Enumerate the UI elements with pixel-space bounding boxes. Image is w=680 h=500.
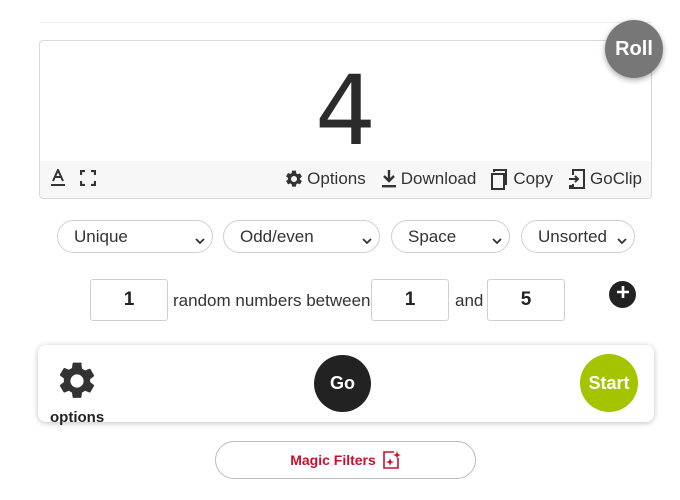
- options-label: Options: [307, 169, 366, 188]
- space-select-value: Space: [408, 226, 457, 246]
- chevron-down-icon: [617, 231, 627, 251]
- font-size-icon[interactable]: [50, 167, 66, 192]
- chevron-down-icon: [362, 231, 372, 251]
- min-input[interactable]: 1: [371, 279, 449, 321]
- odd-even-select[interactable]: Odd/even: [223, 220, 380, 253]
- result-toolbar: Options Download Copy GoClip: [40, 161, 651, 198]
- count-input[interactable]: 1: [90, 279, 168, 321]
- goclip-icon: [567, 168, 587, 190]
- between-text: random numbers between: [173, 291, 371, 310]
- gear-icon: [284, 169, 304, 189]
- space-select[interactable]: Space: [391, 220, 510, 253]
- copy-label: Copy: [513, 169, 554, 188]
- go-button[interactable]: Go: [314, 355, 371, 412]
- odd-even-select-value: Odd/even: [240, 226, 314, 246]
- download-button[interactable]: Download: [380, 169, 477, 189]
- magic-filters-button[interactable]: Magic Filters: [215, 441, 476, 479]
- chevron-down-icon: [492, 231, 502, 251]
- sort-select-value: Unsorted: [538, 226, 607, 246]
- start-button[interactable]: Start: [580, 354, 638, 412]
- top-divider: [40, 22, 652, 23]
- copy-button[interactable]: Copy: [490, 168, 553, 190]
- unique-select[interactable]: Unique: [57, 220, 213, 253]
- sort-select[interactable]: Unsorted: [521, 220, 635, 253]
- plus-icon: [616, 285, 630, 304]
- gear-icon: [55, 362, 99, 407]
- action-bar: options Go Start: [38, 345, 654, 426]
- options-button[interactable]: options: [50, 359, 104, 426]
- copy-icon: [490, 168, 510, 190]
- and-text: and: [455, 291, 484, 310]
- download-label: Download: [400, 169, 477, 188]
- result-panel: 4 Options Download Copy GoClip: [39, 40, 652, 199]
- goclip-button[interactable]: GoClip: [567, 168, 642, 190]
- max-input[interactable]: 5: [487, 279, 565, 321]
- result-number: 4: [314, 55, 377, 167]
- magic-sparkle-icon: [381, 450, 401, 470]
- goclip-label: GoClip: [590, 169, 642, 188]
- options-toolbar-button[interactable]: Options: [284, 169, 366, 189]
- magic-filters-label: Magic Filters: [290, 452, 376, 468]
- roll-button[interactable]: Roll: [605, 20, 663, 78]
- download-icon: [380, 169, 398, 189]
- unique-select-value: Unique: [74, 226, 128, 246]
- fullscreen-icon[interactable]: [79, 169, 97, 191]
- add-range-button[interactable]: [609, 281, 636, 308]
- chevron-down-icon: [195, 231, 205, 251]
- options-button-label: options: [50, 409, 105, 426]
